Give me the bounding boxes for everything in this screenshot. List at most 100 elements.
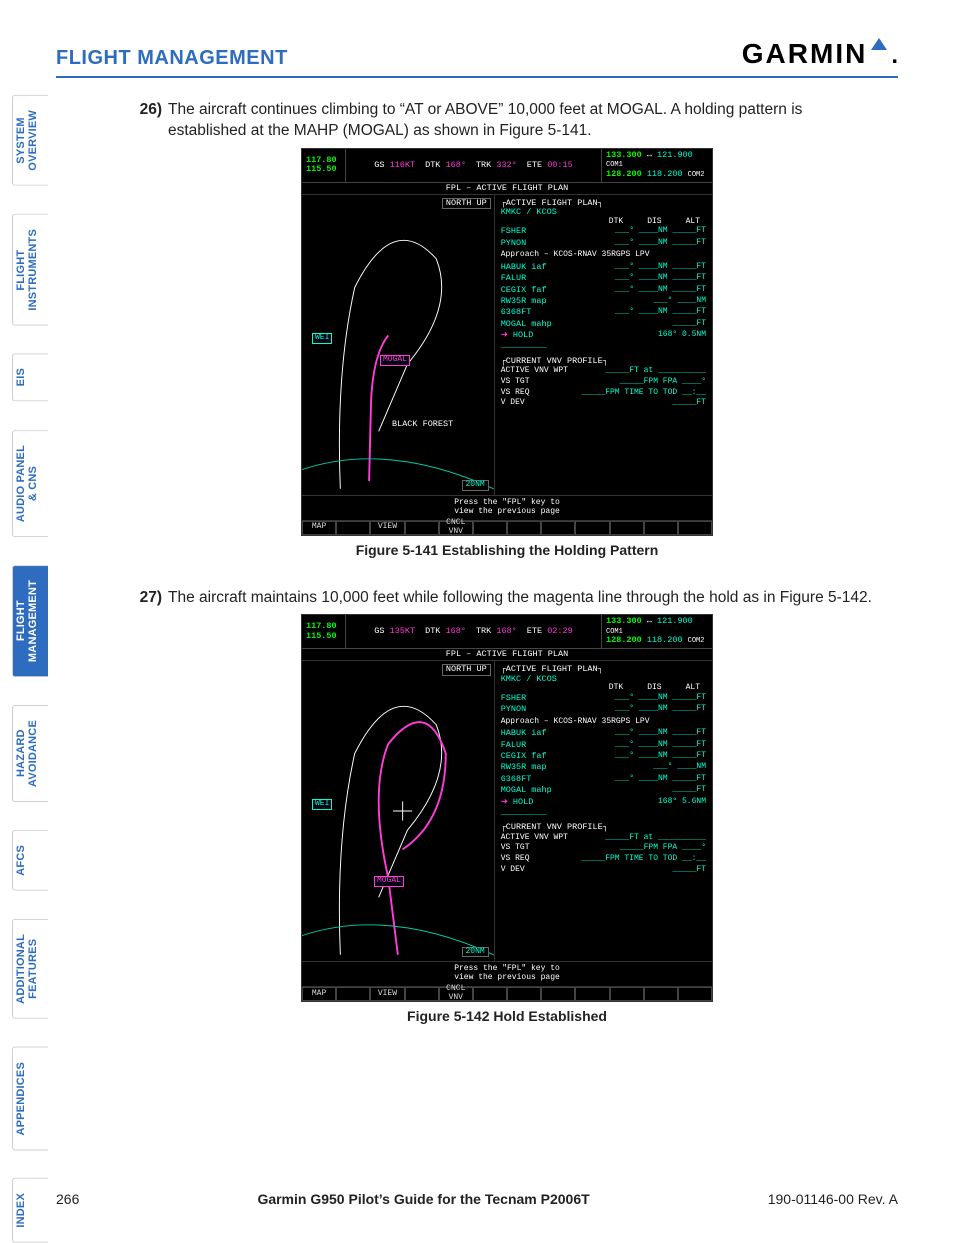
side-tab[interactable]: AUDIO PANEL & CNS [12,430,48,537]
vnv-row: VS REQ_____FPM TIME TO TOD __:__ [501,388,706,399]
approach-label: Approach – KCOS-RNAV 35RGPS LPV [501,251,706,260]
softkey[interactable] [678,521,712,535]
mfd-hint: Press the "FPL" key toview the previous … [302,961,712,987]
fpl-leg: HABUK iaf___° ____NM _____FT [501,262,706,273]
map-waypoint-wei: WEI [312,333,332,344]
side-tab[interactable]: EIS [12,353,48,401]
softkey[interactable] [678,987,712,1001]
fpl-leg: CEGIX faf___° ____NM _____FT [501,285,706,296]
flight-plan-panel: ┌ACTIVE FLIGHT PLAN┐ KMKC / KCOS DTKDISA… [495,661,712,961]
com2: 128.200 118.200 COM2 [606,170,708,180]
softkey[interactable]: VIEW [370,987,404,1001]
gs: GS 116KT [374,161,415,170]
vnv-row: VS TGT_____FPM FPA ____° [501,377,706,388]
softkey[interactable] [610,521,644,535]
softkey[interactable] [473,987,507,1001]
nav2-active: 115.50 [306,632,341,641]
north-up-badge: NORTH UP [442,664,491,675]
fpl-leg: FSHER___° ____NM _____FT [501,226,706,237]
list-item: 26) The aircraft continues climbing to “… [130,100,884,142]
fpl-leg: FALUR___° ____NM _____FT [501,273,706,284]
softkey[interactable] [541,521,575,535]
softkey[interactable]: MAP [302,521,336,535]
flight-plan-panel: ┌ACTIVE FLIGHT PLAN┐ KMKC / KCOS DTKDISA… [495,195,712,495]
fpl-leg: FALUR___° ____NM _____FT [501,740,706,751]
softkey[interactable] [507,987,541,1001]
softkey[interactable] [575,521,609,535]
fpl-leg: MOGAL mahp _____FT [501,785,706,796]
dtk: DTK 168° [425,161,466,170]
afp-columns: DTKDISALT [501,684,706,693]
afp-columns: DTKDISALT [501,218,706,227]
separator: ___________ [501,808,706,817]
side-tab[interactable]: FLIGHT INSTRUMENTS [12,214,48,326]
softkey[interactable] [541,987,575,1001]
ete: ETE 02:29 [527,627,573,636]
item-number: 27) [130,588,162,609]
figure-mfd-2: 117.80 115.50 GS 135KT DTK 168° TRK 168°… [301,614,713,1002]
vnv-row: ACTIVE VNV WPT_____FT at __________ [501,833,706,844]
com2: 128.200 118.200 COM2 [606,636,708,646]
fpl-leg: CEGIX faf___° ____NM _____FT [501,751,706,762]
trk: TRK 332° [476,161,517,170]
com1: 133.300 ↔ 121.900 COM1 [606,151,708,170]
vnv-row: V DEV_____FT [501,865,706,876]
mfd-topbar: 117.80 115.50 GS 135KT DTK 168° TRK 168°… [302,615,712,649]
page-header: FLIGHT MANAGEMENT GARMIN . [56,28,898,78]
side-tab[interactable]: FLIGHT MANAGEMENT [12,565,48,677]
softkey[interactable] [610,987,644,1001]
softkey[interactable] [507,521,541,535]
map-waypoint-mogal: MOGAL [380,355,410,366]
figure-caption-1: Figure 5-141 Establishing the Holding Pa… [130,542,884,558]
softkey[interactable] [644,987,678,1001]
nav2-active: 115.50 [306,165,341,174]
softkey[interactable] [405,521,439,535]
mfd-page-title: FPL – ACTIVE FLIGHT PLAN [302,183,712,195]
ete: ETE 00:15 [527,161,573,170]
map-scale: 20NM [462,947,489,958]
doc-revision: 190-01146-00 Rev. A [768,1191,898,1207]
side-tab[interactable]: SYSTEM OVERVIEW [12,95,48,186]
side-tab[interactable]: INDEX [12,1178,48,1243]
side-tab[interactable]: APPENDICES [12,1047,48,1151]
fpl-leg: PYNON___° ____NM _____FT [501,238,706,249]
fpl-leg: PYNON___° ____NM _____FT [501,704,706,715]
brand-text: GARMIN [742,38,868,70]
softkey[interactable] [575,987,609,1001]
content: 26) The aircraft continues climbing to “… [130,100,884,1054]
fpl-leg: 6368FT___° ____NM _____FT [501,307,706,318]
vnv-profile: ┌CURRENT VNV PROFILE┐ ACTIVE VNV WPT____… [501,357,706,410]
brand-period: . [891,42,898,70]
vnv-row: VS REQ_____FPM TIME TO TOD __:__ [501,854,706,865]
map-city-label: BLACK FOREST [392,420,453,429]
vnv-row: ACTIVE VNV WPT_____FT at __________ [501,366,706,377]
softkey[interactable]: CNCL VNV [439,987,473,1001]
separator: ___________ [501,341,706,350]
softkey[interactable] [336,521,370,535]
side-tab[interactable]: ADDITIONAL FEATURES [12,919,48,1019]
map-waypoint-wei: WEI [312,799,332,810]
mfd-topbar: 117.80 115.50 GS 116KT DTK 168° TRK 332°… [302,149,712,183]
softkey[interactable]: CNCL VNV [439,521,473,535]
vnv-profile: ┌CURRENT VNV PROFILE┐ ACTIVE VNV WPT____… [501,823,706,876]
softkey[interactable] [405,987,439,1001]
side-tab[interactable]: HAZARD AVOIDANCE [12,705,48,802]
softkey[interactable] [473,521,507,535]
map-svg [302,195,494,495]
afp-route: KMKC / KCOS [501,675,706,684]
item-number: 26) [130,100,162,142]
mfd-map[interactable]: NORTH UP WEI MOGAL BLACK FOREST 20NM [302,195,495,495]
softkey[interactable] [336,987,370,1001]
item-text: The aircraft maintains 10,000 feet while… [168,588,872,609]
softkey[interactable]: VIEW [370,521,404,535]
softkey[interactable]: MAP [302,987,336,1001]
softkey-row: MAP VIEW CNCL VNV [302,987,712,1001]
map-waypoint-mogal: MOGAL [374,876,404,887]
softkey[interactable] [644,521,678,535]
side-tab[interactable]: AFCS [12,830,48,891]
map-svg [302,661,494,961]
north-up-badge: NORTH UP [442,198,491,209]
brand-delta-icon [871,38,887,50]
fpl-leg: MOGAL mahp _____FT [501,319,706,330]
mfd-map[interactable]: NORTH UP WEI MOGAL 20NM [302,661,495,961]
